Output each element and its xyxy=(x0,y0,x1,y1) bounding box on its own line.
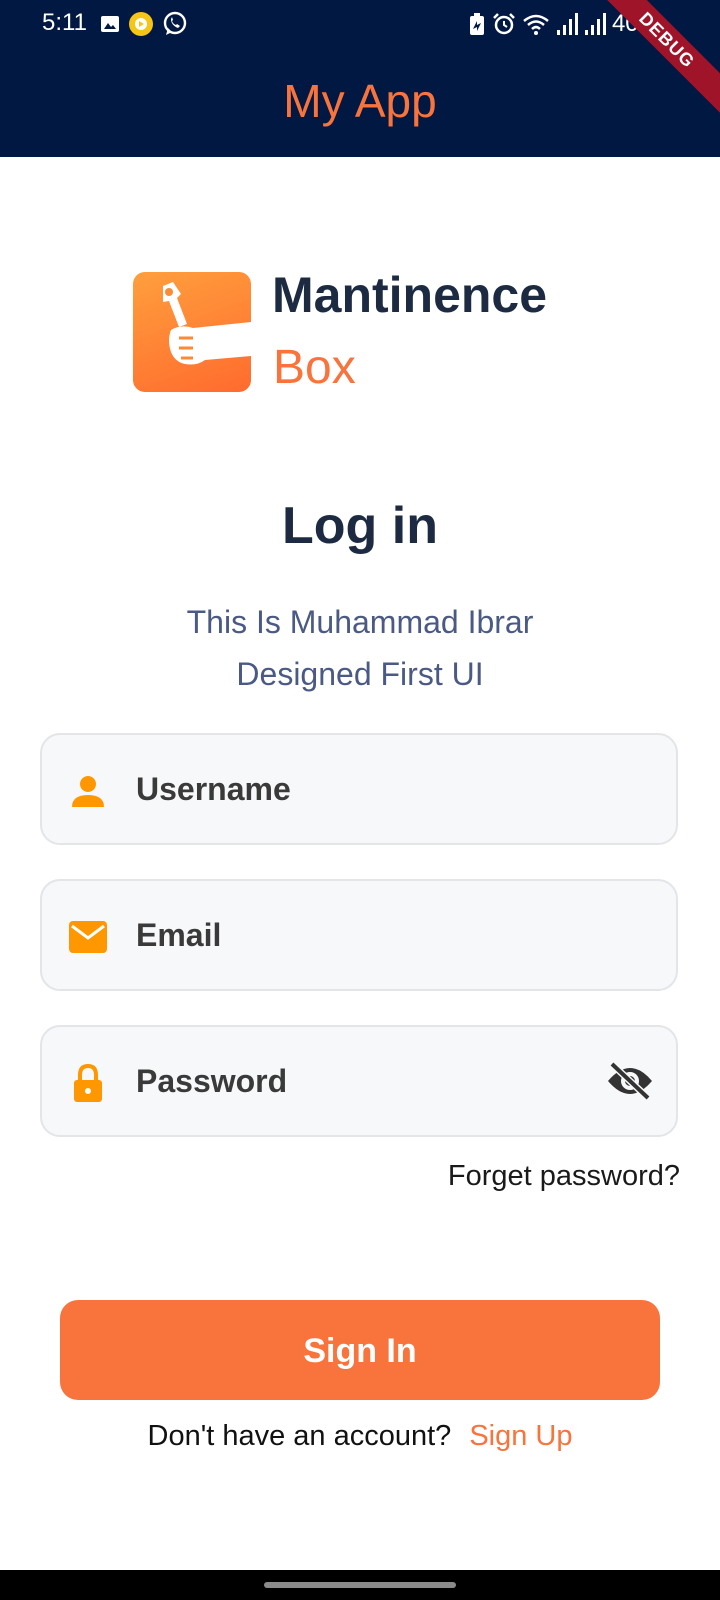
wifi-icon xyxy=(523,14,549,35)
email-input[interactable] xyxy=(136,881,596,989)
subtitle-line-1: This Is Muhammad Ibrar xyxy=(186,604,534,640)
page-subtitle: This Is Muhammad Ibrar Designed First UI xyxy=(0,596,720,700)
alarm-icon xyxy=(493,13,515,35)
email-field[interactable] xyxy=(40,879,678,991)
logo-subtitle: Box xyxy=(273,341,356,394)
home-gesture-pill[interactable] xyxy=(264,1582,456,1588)
eye-off-icon[interactable] xyxy=(606,1061,654,1101)
forgot-password-link[interactable]: Forget password? xyxy=(448,1160,680,1193)
status-time: 5:11 xyxy=(42,9,87,36)
sign-in-button[interactable]: Sign In xyxy=(60,1300,660,1400)
signal-icon xyxy=(584,13,606,35)
login-screen: 5:11 DEBUG My App Mantinence Box Log in … xyxy=(0,0,720,1600)
page-title: Log in xyxy=(282,497,438,555)
logo-title: Mantinence xyxy=(272,267,548,323)
person-icon xyxy=(72,776,104,807)
battery-saver-icon xyxy=(469,13,484,35)
lock-icon xyxy=(74,1063,102,1102)
username-input[interactable] xyxy=(136,735,596,843)
mail-icon xyxy=(69,921,107,953)
system-nav-bar xyxy=(0,1570,720,1600)
notification-coin-icon xyxy=(129,12,153,36)
image-icon xyxy=(101,16,119,32)
password-input[interactable] xyxy=(136,1027,596,1135)
wrench-hand-icon xyxy=(133,272,251,392)
status-bar: 5:11 xyxy=(0,0,720,48)
no-account-text: Don't have an account? xyxy=(147,1420,452,1452)
app-bar-title: My App xyxy=(283,75,437,127)
subtitle-line-2: Designed First UI xyxy=(236,656,484,692)
sign-up-link[interactable]: Sign Up xyxy=(469,1420,572,1452)
signup-row: Don't have an account? Sign Up xyxy=(0,1420,720,1453)
whatsapp-icon xyxy=(163,11,187,35)
password-field[interactable] xyxy=(40,1025,678,1137)
username-field[interactable] xyxy=(40,733,678,845)
status-left-icons xyxy=(100,11,188,37)
signal-icon xyxy=(556,13,578,35)
